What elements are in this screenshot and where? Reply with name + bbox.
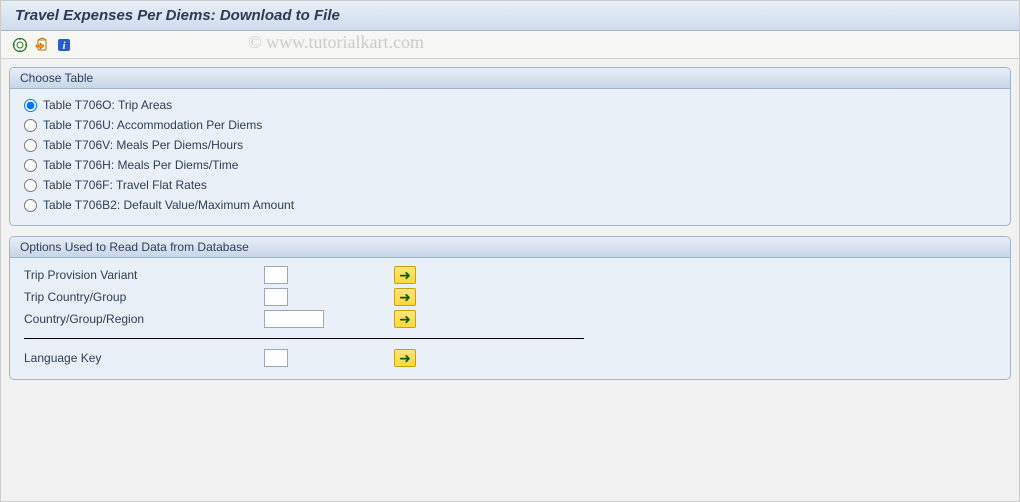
arrow-right-icon: ➜	[399, 312, 411, 326]
arrow-right-icon: ➜	[399, 268, 411, 282]
app-toolbar: i	[1, 31, 1019, 59]
trip-country-label: Trip Country/Group	[24, 290, 264, 304]
divider-line	[24, 338, 584, 339]
variant-icon	[34, 37, 50, 53]
trip-country-input[interactable]	[264, 288, 288, 306]
info-button[interactable]: i	[55, 36, 73, 54]
radio-t706f-input[interactable]	[24, 179, 37, 192]
language-input[interactable]	[264, 349, 288, 367]
radio-t706v-input[interactable]	[24, 139, 37, 152]
language-row: Language Key ➜	[24, 347, 996, 369]
arrow-right-icon: ➜	[399, 351, 411, 365]
execute-icon	[12, 37, 28, 53]
radio-t706u[interactable]: Table T706U: Accommodation Per Diems	[24, 115, 996, 135]
language-range-button[interactable]: ➜	[394, 349, 416, 367]
trip-variant-input[interactable]	[264, 266, 288, 284]
radio-t706b2-input[interactable]	[24, 199, 37, 212]
trip-variant-label: Trip Provision Variant	[24, 268, 264, 282]
radio-t706f-label: Table T706F: Travel Flat Rates	[43, 178, 207, 192]
radio-t706o-input[interactable]	[24, 99, 37, 112]
trip-country-range-button[interactable]: ➜	[394, 288, 416, 306]
page-title: Travel Expenses Per Diems: Download to F…	[15, 7, 340, 24]
radio-t706f[interactable]: Table T706F: Travel Flat Rates	[24, 175, 996, 195]
title-bar: Travel Expenses Per Diems: Download to F…	[1, 1, 1019, 31]
options-group-title: Options Used to Read Data from Database	[10, 237, 1010, 258]
get-variant-button[interactable]	[33, 36, 51, 54]
radio-t706v[interactable]: Table T706V: Meals Per Diems/Hours	[24, 135, 996, 155]
cgr-input[interactable]	[264, 310, 324, 328]
radio-t706h-input[interactable]	[24, 159, 37, 172]
options-group-body: Trip Provision Variant ➜ Trip Country/Gr…	[10, 258, 1010, 379]
radio-t706b2-label: Table T706B2: Default Value/Maximum Amou…	[43, 198, 294, 212]
radio-t706v-label: Table T706V: Meals Per Diems/Hours	[43, 138, 243, 152]
language-label: Language Key	[24, 351, 264, 365]
content-area: Choose Table Table T706O: Trip Areas Tab…	[1, 59, 1019, 398]
radio-t706h-label: Table T706H: Meals Per Diems/Time	[43, 158, 238, 172]
trip-variant-row: Trip Provision Variant ➜	[24, 264, 996, 286]
radio-t706o[interactable]: Table T706O: Trip Areas	[24, 95, 996, 115]
arrow-right-icon: ➜	[399, 290, 411, 304]
execute-button[interactable]	[11, 36, 29, 54]
radio-t706h[interactable]: Table T706H: Meals Per Diems/Time	[24, 155, 996, 175]
options-group: Options Used to Read Data from Database …	[9, 236, 1011, 380]
choose-table-body: Table T706O: Trip Areas Table T706U: Acc…	[10, 89, 1010, 225]
trip-variant-range-button[interactable]: ➜	[394, 266, 416, 284]
trip-country-row: Trip Country/Group ➜	[24, 286, 996, 308]
cgr-label: Country/Group/Region	[24, 312, 264, 326]
cgr-range-button[interactable]: ➜	[394, 310, 416, 328]
radio-t706u-label: Table T706U: Accommodation Per Diems	[43, 118, 262, 132]
choose-table-group: Choose Table Table T706O: Trip Areas Tab…	[9, 67, 1011, 226]
info-icon: i	[56, 37, 72, 53]
radio-t706o-label: Table T706O: Trip Areas	[43, 98, 172, 112]
choose-table-title: Choose Table	[10, 68, 1010, 89]
radio-t706b2[interactable]: Table T706B2: Default Value/Maximum Amou…	[24, 195, 996, 215]
cgr-row: Country/Group/Region ➜	[24, 308, 996, 330]
radio-t706u-input[interactable]	[24, 119, 37, 132]
